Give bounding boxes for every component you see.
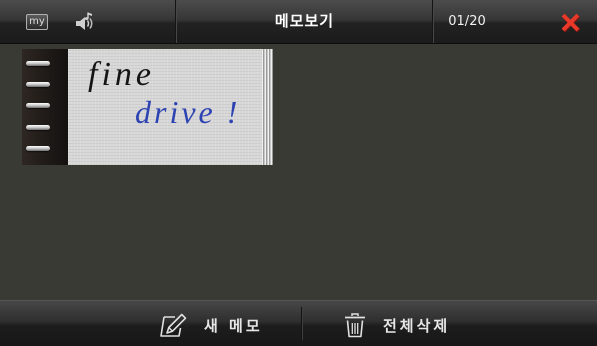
- close-button[interactable]: [561, 13, 581, 33]
- page-counter: 01/20: [448, 14, 486, 29]
- delete-all-button[interactable]: 전체삭제: [343, 301, 468, 346]
- header-bar: my 메모보기 01/20: [0, 0, 597, 44]
- trash-icon: [345, 313, 365, 338]
- spiral-ring: [26, 125, 50, 130]
- my-label: my: [29, 16, 45, 27]
- memo-handwriting-line: drive !: [135, 94, 241, 130]
- new-memo-label: 새 메모: [204, 316, 263, 335]
- notebook-spine: [22, 49, 68, 165]
- memo-thumbnail[interactable]: fine drive !: [22, 49, 273, 165]
- my-button[interactable]: my: [26, 14, 48, 30]
- memo-list: fine drive !: [0, 44, 597, 300]
- spiral-ring: [26, 82, 50, 87]
- sound-button[interactable]: [73, 11, 97, 35]
- memo-handwriting-line: fine: [88, 56, 155, 93]
- spiral-ring: [26, 61, 50, 66]
- new-memo-button[interactable]: 새 메모: [158, 301, 293, 346]
- spiral-ring: [26, 146, 50, 151]
- pen-memo-icon: [160, 313, 187, 337]
- footer-bar: 새 메모 전체삭제: [0, 300, 597, 346]
- page-stack-edge: [262, 49, 273, 165]
- spiral-ring: [26, 103, 50, 108]
- close-icon: [561, 13, 581, 33]
- footer-divider: [301, 307, 303, 340]
- memo-paper: fine drive !: [68, 49, 262, 165]
- speaker-icon: [76, 12, 93, 30]
- page-title: 메모보기: [274, 12, 335, 30]
- delete-all-label: 전체삭제: [383, 316, 451, 335]
